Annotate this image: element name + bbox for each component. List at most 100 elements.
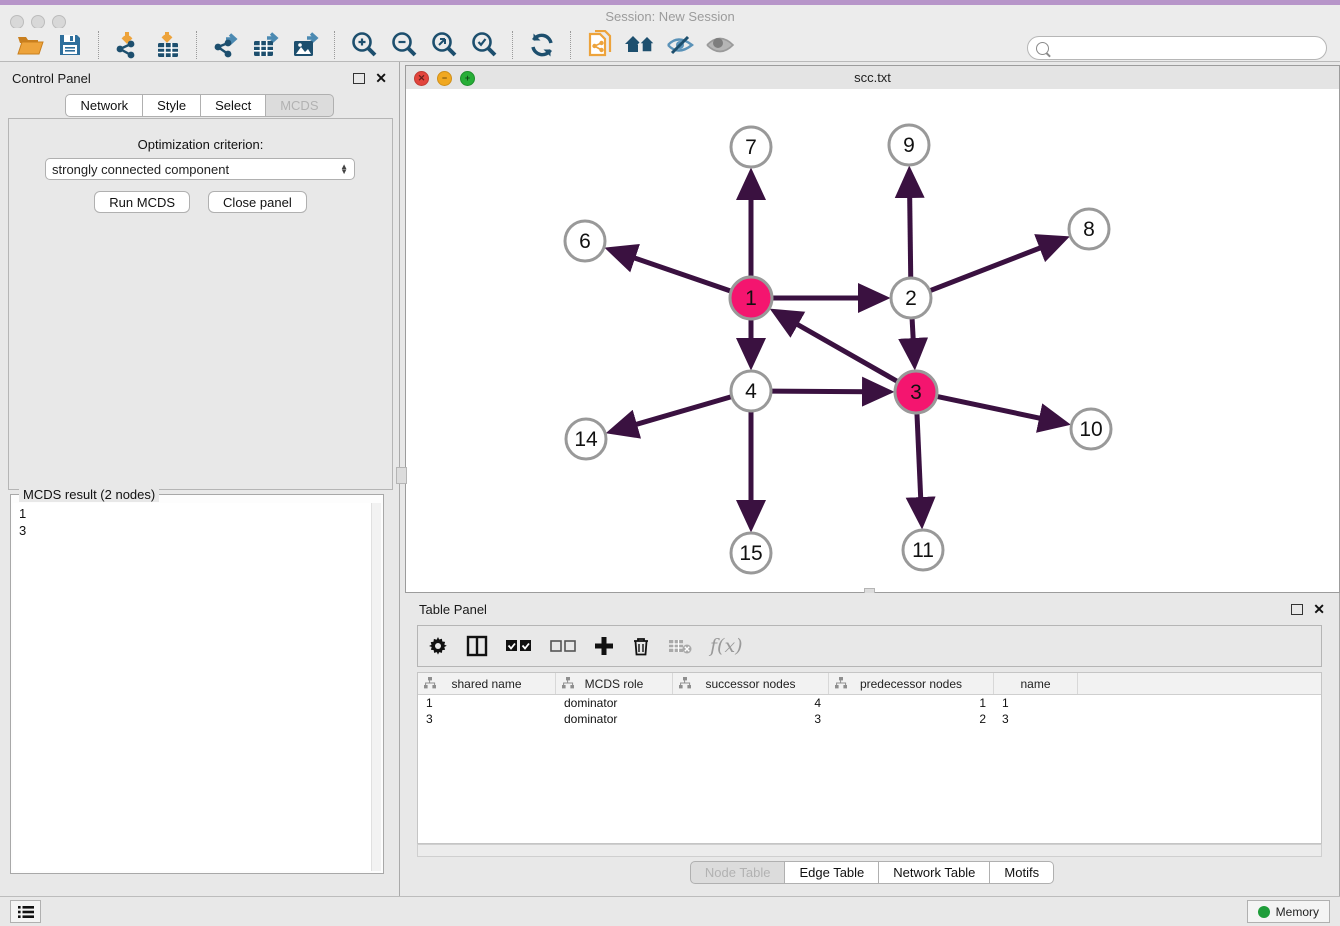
splitter-grip-vertical[interactable] <box>396 467 407 484</box>
gear-icon[interactable] <box>428 636 448 656</box>
zoom-in-icon[interactable] <box>347 30 381 60</box>
import-table-icon[interactable] <box>151 30 185 60</box>
zoom-out-icon[interactable] <box>387 30 421 60</box>
graph-node-6[interactable]: 6 <box>565 221 605 261</box>
result-scrollbar[interactable] <box>371 503 381 871</box>
chevron-up-down-icon: ▲▼ <box>340 164 348 174</box>
graph-edge-3-11[interactable] <box>917 414 922 523</box>
optimization-select[interactable]: strongly connected component ▲▼ <box>45 158 355 180</box>
graph-node-label: 4 <box>745 380 757 403</box>
delete-icon[interactable] <box>632 636 650 656</box>
graph-edge-2-9[interactable] <box>909 172 910 277</box>
memory-button[interactable]: Memory <box>1247 900 1330 923</box>
open-folder-icon[interactable] <box>13 30 47 60</box>
close-window-icon[interactable] <box>10 15 24 29</box>
network-window-titlebar[interactable]: ✕ − + scc.txt <box>406 66 1339 90</box>
table-cell: 1 <box>994 695 1078 711</box>
search-input[interactable] <box>1054 38 1326 58</box>
table-row[interactable]: 1dominator411 <box>418 695 1321 711</box>
tab-motifs[interactable]: Motifs <box>990 861 1054 884</box>
function-icon[interactable]: f(x) <box>710 635 743 657</box>
task-history-button[interactable] <box>10 900 41 923</box>
close-panel-icon[interactable]: ✕ <box>375 73 387 83</box>
graph-node-11[interactable]: 11 <box>903 530 943 570</box>
home-network-icon[interactable] <box>623 30 657 60</box>
tab-mcds[interactable]: MCDS <box>266 94 333 117</box>
export-table-icon[interactable] <box>249 30 283 60</box>
search-field[interactable] <box>1027 36 1327 60</box>
graph-node-label: 9 <box>903 134 915 157</box>
memory-label: Memory <box>1276 905 1319 919</box>
graph-edge-4-3[interactable] <box>772 391 888 392</box>
first-neighbors-icon[interactable] <box>583 30 617 60</box>
graph-node-14[interactable]: 14 <box>566 419 606 459</box>
column-header-shared-name[interactable]: shared name <box>418 673 556 694</box>
network-view-window: ✕ − + scc.txt 7 9 6 8 1 2 4 3 14 10 15 11 <box>405 65 1340 593</box>
column-icon[interactable] <box>466 635 488 657</box>
graph-node-label: 10 <box>1079 418 1102 441</box>
graph-edge-2-3[interactable] <box>912 319 914 364</box>
save-icon[interactable] <box>53 30 87 60</box>
float-panel-icon[interactable] <box>353 73 365 84</box>
graph-node-10[interactable]: 10 <box>1071 409 1111 449</box>
export-image-icon[interactable] <box>289 30 323 60</box>
tab-select[interactable]: Select <box>201 94 266 117</box>
column-header-successor-nodes[interactable]: successor nodes <box>673 673 829 694</box>
toolbar-separator <box>570 31 572 59</box>
column-header-mcds-role[interactable]: MCDS role <box>556 673 673 694</box>
select-all-icon[interactable] <box>506 640 532 652</box>
network-minimize-icon[interactable]: − <box>437 71 452 86</box>
graph-node-2[interactable]: 2 <box>891 278 931 318</box>
node-table[interactable]: shared name MCDS role successor nodes pr… <box>417 672 1322 844</box>
export-network-icon[interactable] <box>209 30 243 60</box>
delete-table-icon[interactable] <box>668 638 692 654</box>
graph-edge-4-14[interactable] <box>612 397 731 432</box>
graph-node-label: 7 <box>745 136 757 159</box>
graph-edge-1-6[interactable] <box>611 250 731 291</box>
graph-node-8[interactable]: 8 <box>1069 209 1109 249</box>
graph-node-4[interactable]: 4 <box>731 371 771 411</box>
network-close-icon[interactable]: ✕ <box>414 71 429 86</box>
table-cell: 1 <box>418 695 556 711</box>
graph-node-15[interactable]: 15 <box>731 533 771 573</box>
graph-node-7[interactable]: 7 <box>731 127 771 167</box>
graph-edge-2-8[interactable] <box>931 239 1064 291</box>
tab-edge-table[interactable]: Edge Table <box>785 861 879 884</box>
table-cell: 3 <box>673 711 829 727</box>
show-all-icon[interactable] <box>703 30 737 60</box>
close-panel-button[interactable]: Close panel <box>208 191 307 213</box>
table-hscrollbar[interactable] <box>417 844 1322 857</box>
zoom-fit-icon[interactable] <box>427 30 461 60</box>
table-row[interactable]: 3dominator323 <box>418 711 1321 727</box>
column-header-name[interactable]: name <box>994 673 1078 694</box>
import-network-icon[interactable] <box>111 30 145 60</box>
float-table-panel-icon[interactable] <box>1291 604 1303 615</box>
tab-node-table[interactable]: Node Table <box>690 861 786 884</box>
network-zoom-icon[interactable]: + <box>460 71 475 86</box>
hide-selected-icon[interactable] <box>663 30 697 60</box>
zoom-selected-icon[interactable] <box>467 30 501 60</box>
mcds-result-list[interactable]: 1 3 <box>13 503 371 871</box>
graph-edge-3-1[interactable] <box>775 312 897 381</box>
tab-network[interactable]: Network <box>65 94 143 117</box>
mcds-result-title: MCDS result (2 nodes) <box>19 487 159 502</box>
network-canvas[interactable]: 7 9 6 8 1 2 4 3 14 10 15 11 <box>406 89 1339 592</box>
graph-node-9[interactable]: 9 <box>889 125 929 165</box>
memory-status-icon <box>1258 906 1270 918</box>
graph-node-3[interactable]: 3 <box>895 371 937 413</box>
tab-style[interactable]: Style <box>143 94 201 117</box>
run-mcds-button[interactable]: Run MCDS <box>94 191 190 213</box>
close-table-panel-icon[interactable]: ✕ <box>1313 604 1325 614</box>
zoom-window-icon[interactable] <box>52 15 66 29</box>
graph-node-1[interactable]: 1 <box>730 277 772 319</box>
tab-network-table[interactable]: Network Table <box>879 861 990 884</box>
deselect-all-icon[interactable] <box>550 640 576 652</box>
table-toolbar: f(x) <box>417 625 1322 667</box>
table-cell: 3 <box>418 711 556 727</box>
minimize-window-icon[interactable] <box>31 15 45 29</box>
column-header-predecessor-nodes[interactable]: predecessor nodes <box>829 673 994 694</box>
graph-edge-3-10[interactable] <box>938 397 1065 424</box>
refresh-icon[interactable] <box>525 30 559 60</box>
add-icon[interactable] <box>594 636 614 656</box>
control-panel-title: Control Panel <box>12 71 353 86</box>
